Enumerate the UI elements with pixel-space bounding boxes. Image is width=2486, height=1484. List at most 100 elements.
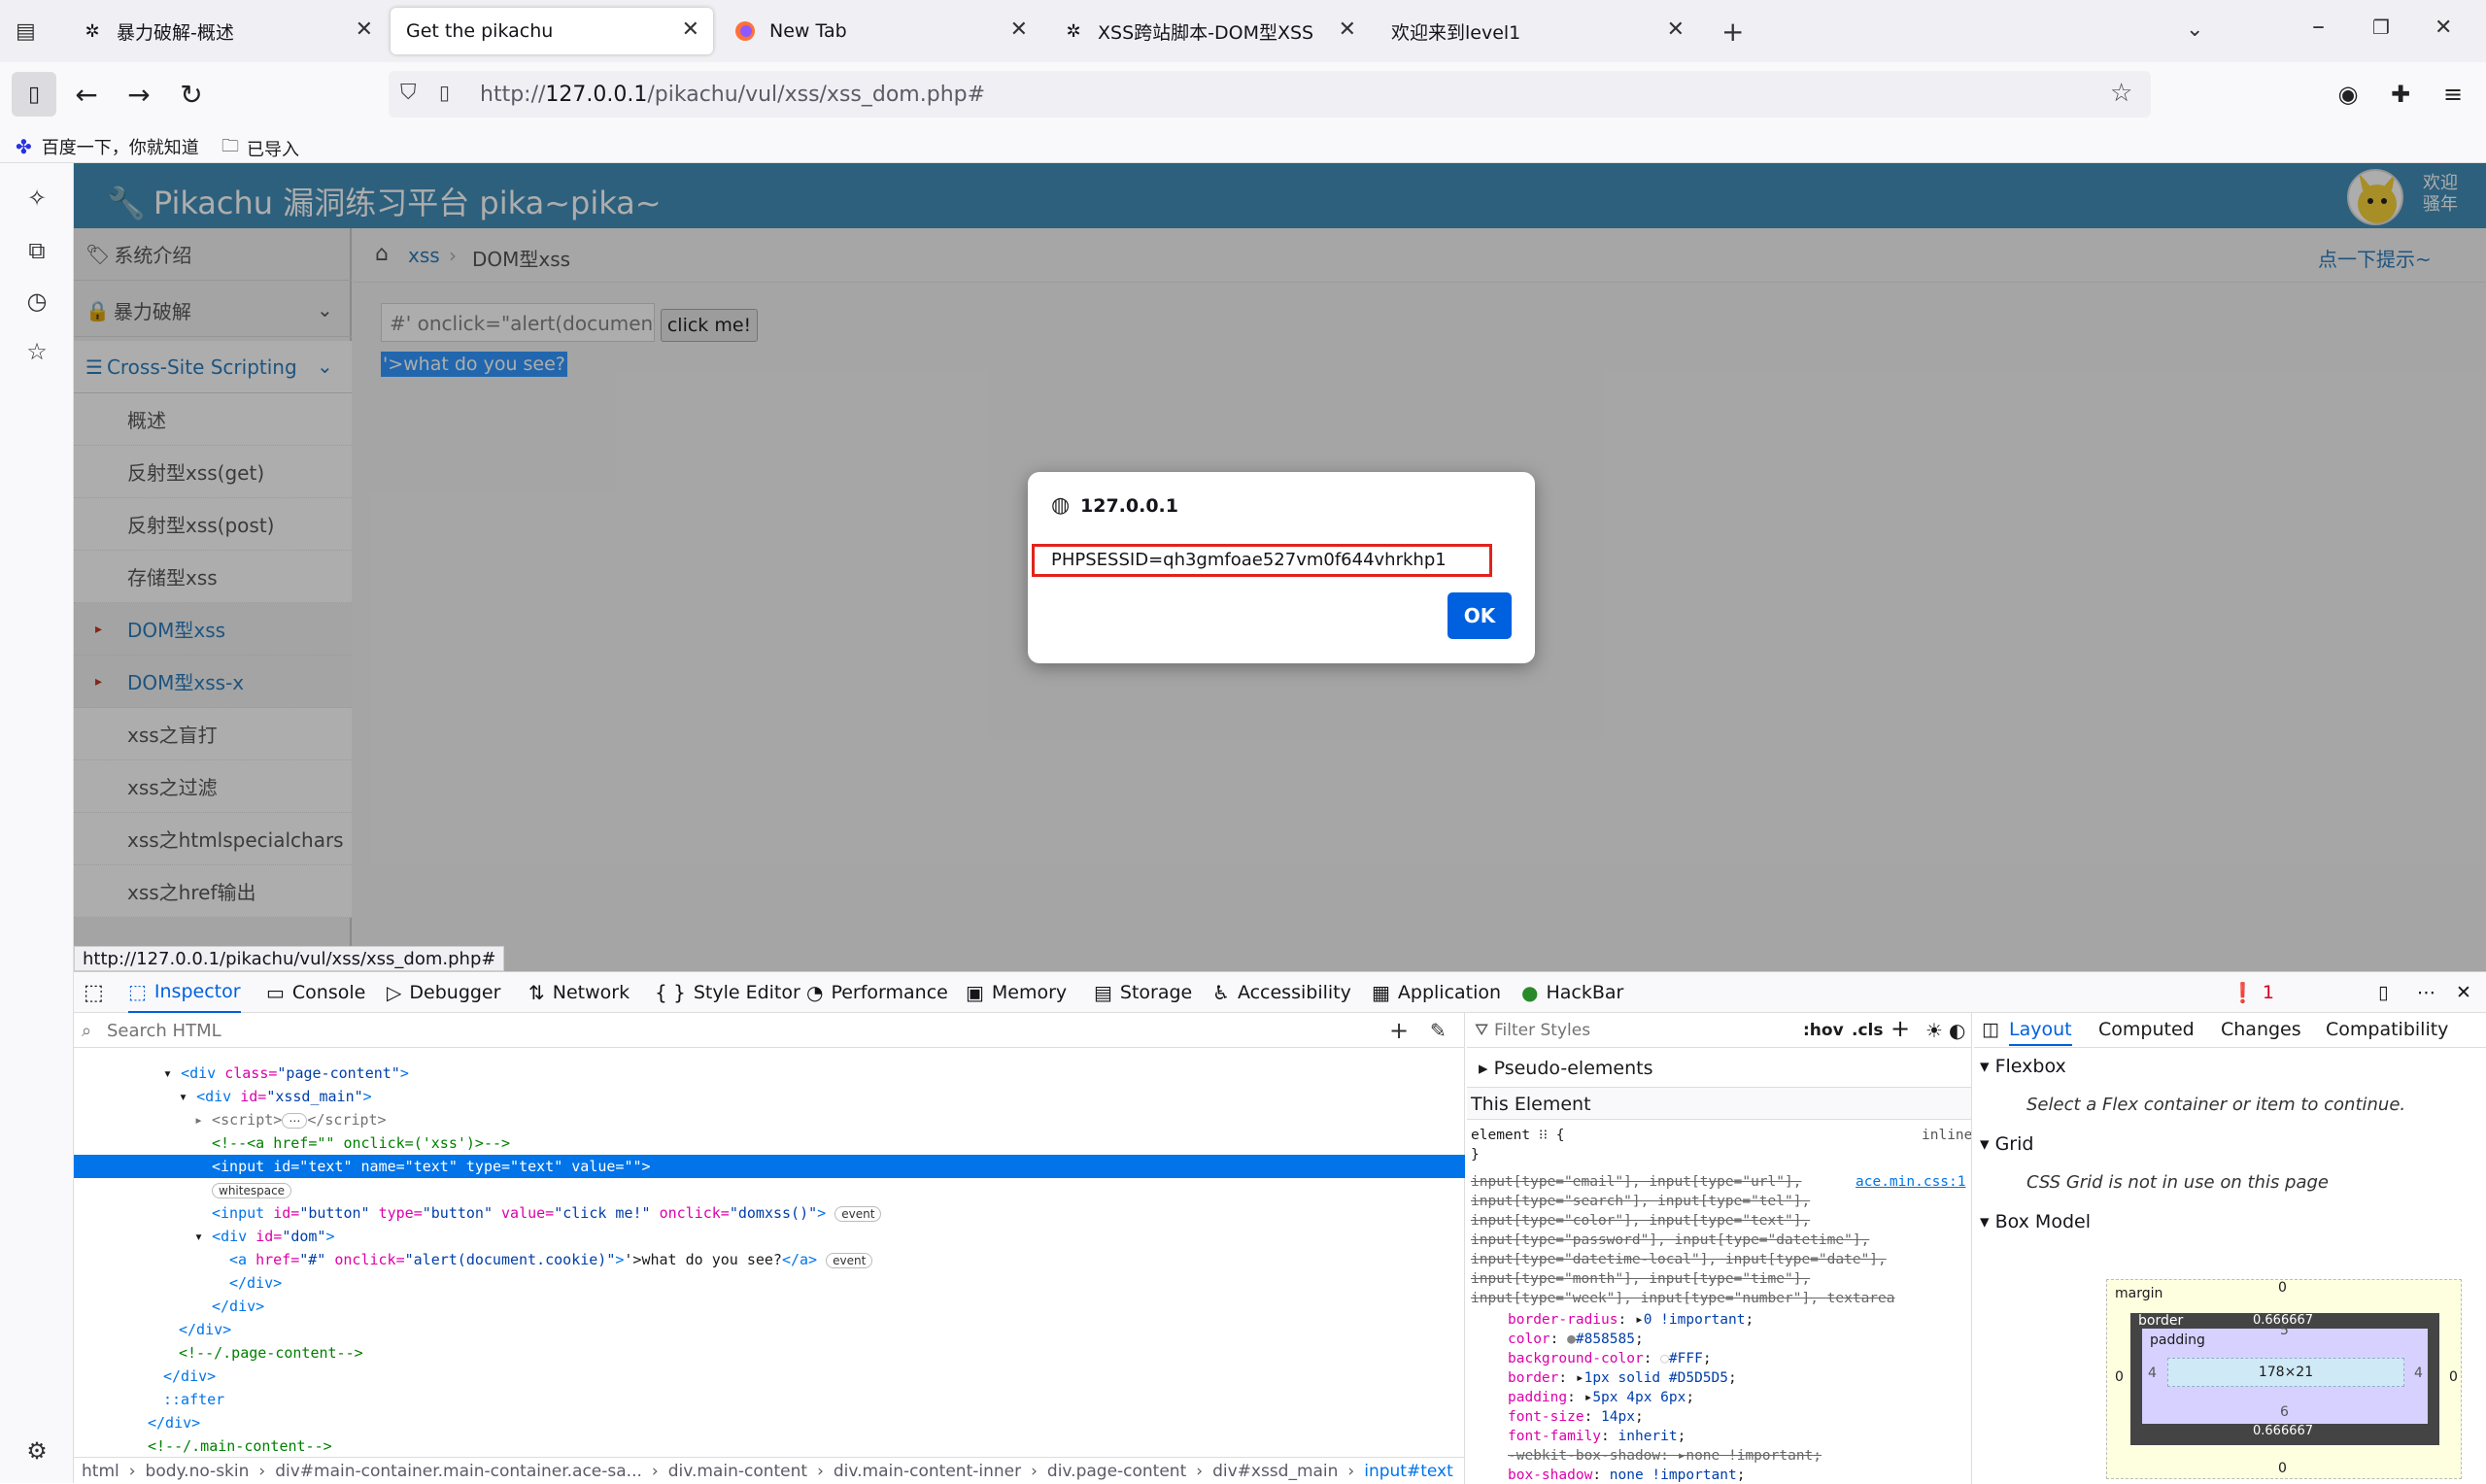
declaration[interactable]: box-shadow: none !important; xyxy=(1508,1466,1745,1484)
declaration[interactable]: padding: ▸5px 4px 6px; xyxy=(1508,1388,1694,1407)
tab-inspector[interactable]: ⬚ Inspector xyxy=(128,972,241,1013)
menu-icon[interactable]: ≡ xyxy=(2431,72,2475,117)
box-model-content[interactable]: 178×21 xyxy=(2167,1358,2404,1387)
dark-theme-icon[interactable]: ◐ xyxy=(1949,1019,1965,1042)
shield-icon[interactable]: ⛉ xyxy=(400,81,417,105)
add-node-icon[interactable]: + xyxy=(1389,1017,1409,1044)
markup-line[interactable]: <a href="#" onclick="alert(document.cook… xyxy=(229,1248,873,1271)
margin-bottom-value[interactable]: 0 xyxy=(2278,1461,2287,1476)
add-rule-icon[interactable]: + xyxy=(1890,1015,1910,1042)
tab-performance[interactable]: ◔ Performance xyxy=(806,972,948,1013)
markup-pseudo-after[interactable]: ::after xyxy=(163,1388,224,1411)
rule-selector[interactable]: input[type="datetime-local"], input[type… xyxy=(1471,1250,1887,1269)
declaration[interactable]: background-color: ○#FFF; xyxy=(1508,1349,1712,1368)
close-tab-icon[interactable]: ✕ xyxy=(1667,17,1685,42)
markup-line[interactable]: ▾ <div id="xssd_main"> xyxy=(179,1085,372,1108)
tab-style-editor[interactable]: { } Style Editor xyxy=(655,972,800,1013)
declaration[interactable]: font-family: inherit; xyxy=(1508,1427,1686,1446)
declaration[interactable]: color: ●#858585; xyxy=(1508,1330,1644,1349)
tab-new-tab[interactable]: New Tab ✕ xyxy=(719,8,1041,54)
crumb[interactable]: div.page-content xyxy=(1047,1462,1186,1481)
padding-bottom-value[interactable]: 6 xyxy=(2280,1404,2289,1420)
ai-sparkle-icon[interactable]: ✧ xyxy=(21,183,52,214)
color-swatch-icon[interactable]: ● xyxy=(1567,1332,1576,1347)
margin-top-value[interactable]: 0 xyxy=(2278,1280,2287,1296)
tab-hackbar[interactable]: ● HackBar xyxy=(1521,972,1623,1013)
markup-line[interactable]: </div> xyxy=(148,1411,200,1434)
rule-selector[interactable]: input[type="color"], input[type="text"], xyxy=(1471,1211,1810,1231)
account-icon[interactable]: ◉ xyxy=(2326,72,2370,117)
margin-right-value[interactable]: 0 xyxy=(2449,1369,2458,1385)
history-icon[interactable]: ◷ xyxy=(21,286,52,317)
cls-toggle[interactable]: .cls xyxy=(1852,1021,1883,1040)
close-tab-icon[interactable]: ✕ xyxy=(1339,17,1356,42)
bookmark-folder-imported[interactable]: 🗀 已导入 xyxy=(221,134,299,163)
rule-selector[interactable]: input[type="email"], input[type="url"], xyxy=(1471,1172,1801,1192)
tab-storage[interactable]: ▤ Storage xyxy=(1094,972,1192,1013)
flexbox-section-header[interactable]: ▾ Flexbox xyxy=(1980,1056,2066,1077)
markup-line[interactable]: </div> xyxy=(163,1365,216,1388)
toggle-sidebar-icon[interactable]: ◫ xyxy=(1982,1019,1999,1040)
padding-top-value[interactable]: 5 xyxy=(2280,1323,2289,1338)
box-model-section-header[interactable]: ▾ Box Model xyxy=(1980,1211,2091,1232)
settings-gear-icon[interactable]: ⚙ xyxy=(21,1435,52,1467)
sidebar-toggle-icon[interactable]: ▯ xyxy=(12,72,56,117)
tab-changes[interactable]: Changes xyxy=(2221,1019,2301,1040)
minimize-icon[interactable]: – xyxy=(2312,12,2325,41)
markup-line[interactable]: </div> xyxy=(179,1318,231,1341)
rule-selector[interactable]: input[type="search"], input[type="tel"], xyxy=(1471,1192,1810,1211)
tab-memory[interactable]: ▣ Memory xyxy=(966,972,1067,1013)
crumb[interactable]: body.no-skin xyxy=(146,1462,250,1481)
declaration[interactable]: border-radius: ▸0 !important; xyxy=(1508,1310,1754,1330)
more-options-icon[interactable]: ⋯ xyxy=(2417,972,2435,1013)
tab-compatibility[interactable]: Compatibility xyxy=(2326,1019,2448,1040)
markup-line[interactable]: <input id="button" type="button" value="… xyxy=(212,1201,882,1225)
bookmark-star-icon[interactable]: ☆ xyxy=(2110,79,2132,108)
restore-icon[interactable]: ❐ xyxy=(2372,16,2390,39)
error-count-badge[interactable]: ❗ 1 xyxy=(2231,972,2274,1013)
markup-line[interactable]: </div> xyxy=(229,1271,282,1295)
tab-computed[interactable]: Computed xyxy=(2098,1019,2195,1040)
hov-toggle[interactable]: :hov xyxy=(1803,1021,1844,1040)
markup-line[interactable]: ▸ <script> ⋯ </script> xyxy=(194,1108,387,1131)
declaration-overridden[interactable]: -webkit-box-shadow: ▸none !important; xyxy=(1508,1446,1822,1466)
ok-button[interactable]: OK xyxy=(1447,592,1512,639)
search-html-input[interactable]: Search HTML xyxy=(107,1021,221,1041)
close-tab-icon[interactable]: ✕ xyxy=(356,17,373,42)
bookmark-baidu[interactable]: ✤ 百度一下，你就知道 xyxy=(16,134,199,159)
element-rule[interactable]: element ⁝⁝ { xyxy=(1471,1126,1565,1145)
markup-line[interactable]: ▾ <div class="page-content"> xyxy=(163,1062,409,1085)
crumb[interactable]: html xyxy=(82,1462,119,1481)
markup-comment[interactable]: <!--/.page-content--> xyxy=(179,1341,363,1365)
markup-comment[interactable]: <!--/.main-content--> xyxy=(148,1434,332,1458)
tab-get-the-pikachu[interactable]: Get the pikachu ✕ xyxy=(391,8,713,54)
tab-layout[interactable]: Layout xyxy=(2009,1019,2072,1046)
rule-selector[interactable]: input[type="month"], input[type="time"], xyxy=(1471,1269,1810,1289)
margin-left-value[interactable]: 0 xyxy=(2115,1369,2124,1385)
close-devtools-icon[interactable]: ✕ xyxy=(2456,972,2471,1013)
crumb[interactable]: div.main-content-inner xyxy=(834,1462,1021,1481)
padding-left-value[interactable]: 4 xyxy=(2148,1366,2157,1381)
forward-icon[interactable]: → xyxy=(117,72,161,117)
crumb[interactable]: div.main-content xyxy=(668,1462,807,1481)
new-tab-icon[interactable]: + xyxy=(1721,16,1744,48)
pseudo-elements-toggle[interactable]: ▸ Pseudo-elements xyxy=(1479,1058,1652,1079)
close-tab-icon[interactable]: ✕ xyxy=(1010,17,1028,42)
url-text[interactable]: http://127.0.0.1/pikachu/vul/xss/xss_dom… xyxy=(480,83,985,107)
markup-line[interactable]: </div> xyxy=(212,1295,264,1318)
rule-selector[interactable]: input[type="password"], input[type="date… xyxy=(1471,1231,1869,1250)
declaration[interactable]: border: ▸1px solid #D5D5D5; xyxy=(1508,1368,1737,1388)
grid-section-header[interactable]: ▾ Grid xyxy=(1980,1133,2033,1155)
element-picker-icon[interactable]: ⬚ xyxy=(84,972,104,1013)
crumb-current[interactable]: input#text xyxy=(1364,1462,1453,1481)
tab-debugger[interactable]: ▷ Debugger xyxy=(387,972,500,1013)
filter-styles-input[interactable]: Filter Styles xyxy=(1494,1021,1590,1040)
crumb[interactable]: div#main-container.main-container.ace-sa… xyxy=(275,1462,642,1481)
tab-brute-force[interactable]: ✲ 暴力破解-概述 ✕ xyxy=(66,8,387,54)
tab-list-icon[interactable]: ▤ xyxy=(16,19,36,44)
rule-selector[interactable]: input[type="week"], input[type="number"]… xyxy=(1471,1289,1895,1308)
stylesheet-source-link[interactable]: ace.min.css:1 xyxy=(1856,1172,1966,1192)
declaration[interactable]: font-size: 14px; xyxy=(1508,1407,1644,1427)
back-icon[interactable]: ← xyxy=(64,72,109,117)
tab-accessibility[interactable]: ♿ Accessibility xyxy=(1212,972,1351,1013)
